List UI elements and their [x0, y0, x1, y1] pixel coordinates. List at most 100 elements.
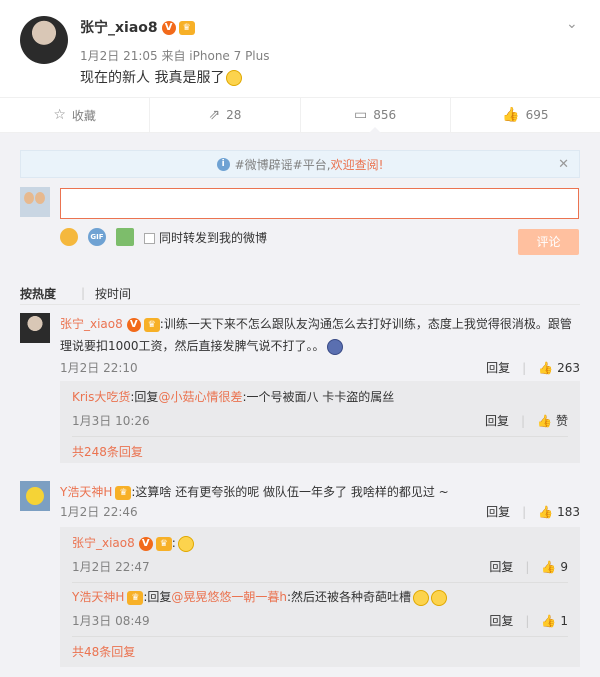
- verified-badge-icon: V: [138, 536, 153, 551]
- favorite-button[interactable]: ☆ 收藏: [0, 98, 151, 132]
- dog-emoji-icon: [413, 589, 430, 606]
- comment-time: 1月2日 22:10: [60, 361, 138, 375]
- more-replies-link[interactable]: 共248条回复: [72, 443, 143, 460]
- composer-tools: GIF 同时转发到我的微博: [60, 228, 267, 246]
- comment-body: 张宁_xiao8 V ♛:训练一天下来不怎么跟队友沟通怎么去打好训练，态度上我觉得很…: [60, 313, 580, 357]
- notice-banner: i #微博辟谣#平台, 欢迎查阅! ✕: [20, 150, 580, 178]
- post-action-bar: ☆ 收藏 ⇗ 28 ▭ 856 👍 695: [0, 97, 600, 133]
- sort-time-tab[interactable]: 按时间: [95, 285, 131, 302]
- reply-button[interactable]: 回复: [486, 359, 510, 376]
- commenter-name[interactable]: Y浩天神H: [60, 485, 112, 499]
- like-button[interactable]: 👍 183: [538, 505, 580, 519]
- reply-text: :然后还被各种奇葩吐槽: [287, 590, 412, 604]
- chevron-down-icon[interactable]: ⌄: [566, 16, 578, 32]
- like-button[interactable]: 👍 赞: [537, 412, 568, 429]
- star-icon: ☆: [53, 107, 66, 123]
- like-count: 1: [560, 613, 568, 628]
- like-count: 183: [557, 504, 580, 519]
- reply-footer: 1月3日 10:26 回复 | 👍 赞: [72, 412, 568, 430]
- reply-time: 1月3日 10:26: [72, 414, 150, 428]
- author-name[interactable]: 张宁_xiao8 V ♛: [80, 17, 195, 37]
- post-meta: 1月2日 21:05 来自 iPhone 7 Plus: [80, 49, 270, 63]
- surprised-emoji-icon: [177, 535, 194, 552]
- share-icon: ⇗: [208, 107, 221, 123]
- forward-checkbox[interactable]: [144, 232, 155, 244]
- vip-badge-icon: ♛: [155, 536, 172, 551]
- reply-button[interactable]: 回复: [485, 412, 509, 429]
- share-count: 28: [226, 108, 242, 122]
- commenter-avatar[interactable]: [20, 313, 50, 343]
- like-button[interactable]: 👍 9: [541, 560, 568, 574]
- reply-user[interactable]: Y浩天神H: [72, 590, 124, 604]
- comment-count: 856: [373, 108, 397, 122]
- forward-label: 同时转发到我的微博: [159, 230, 268, 245]
- vip-badge-icon: ♛: [178, 21, 195, 35]
- weibo-post: 张宁_xiao8 V ♛ ⌄ 1月2日 21:05 来自 iPhone 7 Plus…: [0, 0, 600, 97]
- reply-ops: 回复 | 👍 赞: [485, 412, 568, 429]
- ops-divider: |: [522, 360, 527, 375]
- reply-footer: 1月3日 08:49 回复 | 👍 1: [72, 612, 568, 630]
- comment-body: Y浩天神H ♛:这算啥 还有更夸张的呢 做队伍一年多了 我啥样的都见过 ~: [60, 481, 580, 503]
- reply-time: 1月2日 22:47: [72, 560, 150, 574]
- reply-button[interactable]: 回复: [489, 558, 513, 575]
- reply-mention[interactable]: @小菇心情很差: [158, 390, 242, 404]
- reply-button[interactable]: 回复: [489, 612, 513, 629]
- notice-text: #微博辟谣#平台,: [234, 157, 331, 172]
- sort-divider: |: [81, 286, 86, 300]
- post-text-content: 现在的新人 我真是服了: [80, 70, 225, 86]
- reply-mention[interactable]: @晃晃悠悠一朝一暮h: [171, 590, 287, 604]
- like-button[interactable]: 👍 263: [538, 361, 580, 375]
- sort-bar: 按热度 | 按时间: [20, 283, 580, 305]
- vip-badge-icon: ♛: [127, 590, 144, 605]
- post-text: 现在的新人 我真是服了: [80, 67, 243, 87]
- commenter-avatar[interactable]: [20, 481, 50, 511]
- thumbs-up-icon: 👍: [537, 414, 552, 428]
- reply-user[interactable]: 张宁_xiao8: [72, 536, 135, 550]
- notice-link[interactable]: 欢迎查阅!: [331, 156, 384, 173]
- thumbs-up-icon: 👍: [538, 504, 554, 519]
- thumbs-up-icon: 👍: [541, 613, 557, 628]
- comment-icon: ▭: [354, 107, 368, 123]
- comment-text: :训练一天下来不怎么跟队友沟通怎么去打好训练，态度上我觉得很消极。跟管: [159, 317, 572, 331]
- verified-badge-icon: V: [161, 21, 176, 35]
- like-button[interactable]: 👍 695: [451, 98, 600, 132]
- sticker-icon: [326, 338, 343, 355]
- vip-badge-icon: ♛: [115, 485, 132, 500]
- ops-divider: |: [522, 504, 527, 519]
- vip-badge-icon: ♛: [143, 317, 160, 332]
- comment-text: :这算啥 还有更夸张的呢 做队伍一年多了 我啥样的都见过 ~: [131, 485, 449, 499]
- like-count: 9: [560, 559, 568, 574]
- gif-icon[interactable]: GIF: [88, 228, 106, 246]
- share-button[interactable]: ⇗ 28: [150, 98, 301, 132]
- reply-item: 张宁_xiao8 V ♛:: [72, 534, 568, 552]
- close-icon[interactable]: ✕: [558, 157, 569, 172]
- more-replies-link[interactable]: 共48条回复: [72, 643, 135, 660]
- like-button[interactable]: 👍 1: [541, 614, 568, 628]
- ops-divider: |: [520, 413, 526, 428]
- like-label: 赞: [555, 414, 568, 428]
- forward-checkbox-wrap[interactable]: 同时转发到我的微博: [144, 229, 267, 246]
- reply-time: 1月3日 08:49: [72, 614, 150, 628]
- image-icon[interactable]: [116, 228, 134, 246]
- reply-text: :一个号被面八 卡卡盗的属丝: [242, 390, 395, 404]
- reply-ops: 回复 | 👍 9: [489, 558, 568, 575]
- reply-button[interactable]: 回复: [486, 503, 510, 520]
- sort-hot-tab[interactable]: 按热度: [20, 285, 56, 302]
- submit-comment-button[interactable]: 评论: [518, 229, 579, 255]
- comment-button[interactable]: ▭ 856: [301, 98, 451, 133]
- comment-ops: 回复 | 👍 263: [486, 359, 580, 376]
- commenter-name[interactable]: 张宁_xiao8: [60, 317, 123, 331]
- ops-divider: |: [525, 559, 530, 574]
- author-avatar[interactable]: [20, 16, 68, 64]
- thumbs-up-icon: 👍: [541, 559, 557, 574]
- reply-user[interactable]: Kris大吃货: [72, 390, 130, 404]
- reply-footer: 1月2日 22:47 回复 | 👍 9: [72, 558, 568, 576]
- emoji-icon[interactable]: [60, 228, 78, 246]
- thumbs-up-icon: 👍: [538, 360, 554, 375]
- thumbs-up-icon: 👍: [502, 107, 520, 123]
- comment-text-cont: 理说要扣1000工资，然后直接发脾气说不打了。。: [60, 339, 325, 353]
- reply-prefix: :: [171, 536, 176, 550]
- comment-input[interactable]: [60, 188, 579, 219]
- reply-divider: [72, 636, 568, 637]
- author-name-text[interactable]: 张宁_xiao8: [80, 20, 158, 36]
